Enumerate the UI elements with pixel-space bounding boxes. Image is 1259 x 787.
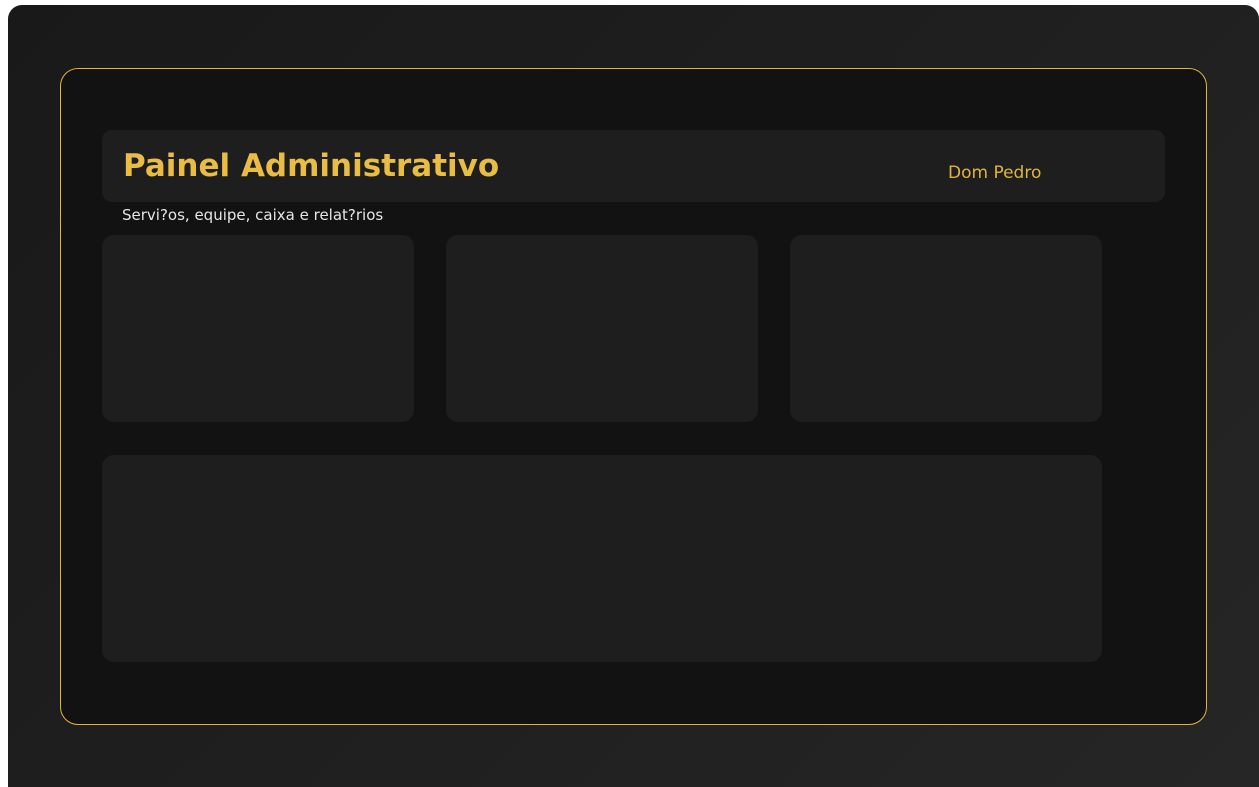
user-name[interactable]: Dom Pedro (948, 162, 1041, 184)
summary-card-3 (790, 235, 1102, 422)
page-subtitle: Servi?os, equipe, caixa e relat?rios (122, 206, 384, 224)
admin-panel-frame: Painel Administrativo Dom Pedro Servi?os… (60, 68, 1207, 725)
app-window: Painel Administrativo Dom Pedro Servi?os… (8, 5, 1259, 787)
page-title: Painel Administrativo (123, 148, 500, 184)
main-content-panel (102, 455, 1102, 662)
summary-card-1 (102, 235, 414, 422)
summary-card-2 (446, 235, 758, 422)
header-bar: Painel Administrativo Dom Pedro (102, 130, 1165, 202)
